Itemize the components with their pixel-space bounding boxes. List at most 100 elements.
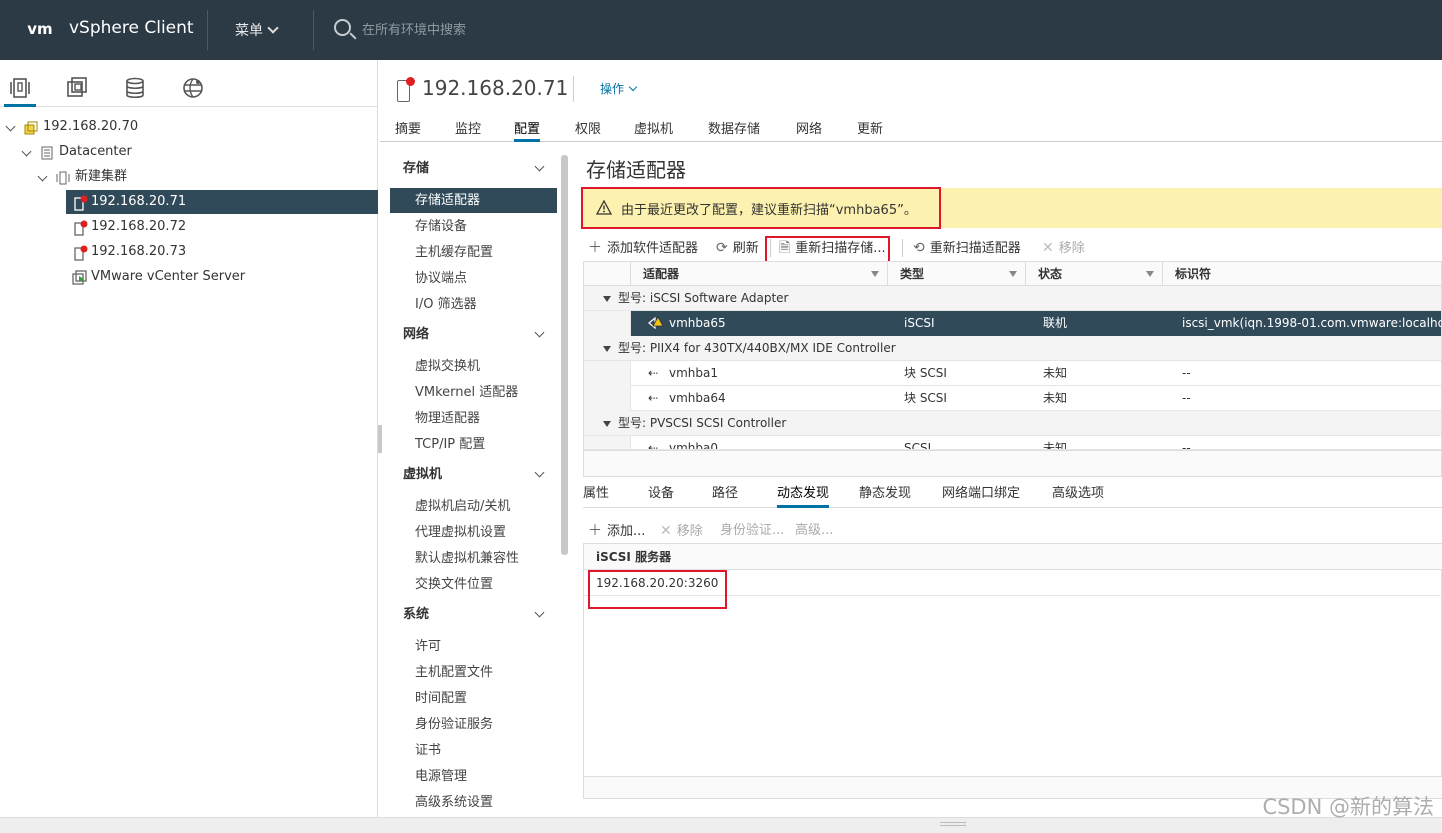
global-search-input[interactable]: [362, 19, 662, 41]
storage-icon[interactable]: [123, 76, 147, 100]
nav-item-tcpip[interactable]: TCP/IP 配置: [390, 432, 557, 457]
collapse-icon[interactable]: [603, 346, 611, 352]
chevron-down-icon[interactable]: [5, 121, 16, 132]
authentication-button[interactable]: 身份验证...: [720, 519, 784, 543]
nav-item-vmkernel-adapters[interactable]: VMkernel 适配器: [390, 380, 557, 405]
divider: [902, 239, 903, 257]
nav-item-host-cache[interactable]: 主机缓存配置: [390, 240, 557, 265]
configure-nav: 存储 存储适配器 存储设备 主机缓存配置 协议端点 I/O 筛选器 网络 虚拟交…: [390, 152, 557, 820]
column-header-adapter[interactable]: 适配器: [631, 262, 888, 286]
refresh-button[interactable]: ⟳ 刷新: [716, 236, 759, 260]
vms-and-templates-icon[interactable]: [65, 76, 89, 100]
actions-menu-button[interactable]: 操作: [600, 80, 638, 97]
nav-item-io-filters[interactable]: I/O 筛选器: [390, 292, 557, 317]
chevron-down-icon: [534, 161, 545, 172]
collapse-icon[interactable]: [603, 296, 611, 302]
remove-target-button[interactable]: ✕ 移除: [660, 519, 703, 543]
menu-button[interactable]: 菜单: [235, 20, 279, 40]
tree-item-cluster[interactable]: 新建集群: [0, 165, 378, 189]
tab-advanced-options[interactable]: 高级选项: [1052, 482, 1104, 508]
object-title: 192.168.20.71: [422, 76, 569, 100]
adapter-icon: ⇠: [648, 391, 659, 405]
row-gutter: [584, 436, 631, 449]
nav-item-power-mgmt[interactable]: 电源管理: [390, 764, 557, 789]
group-row-pvscsi[interactable]: 型号: PVSCSI SCSI Controller: [584, 411, 1441, 436]
group-row-piix4[interactable]: 型号: PIIX4 for 430TX/440BX/MX IDE Control…: [584, 336, 1441, 361]
tab-vms[interactable]: 虚拟机: [634, 118, 673, 142]
tab-devices[interactable]: 设备: [648, 482, 674, 508]
nav-item-swap-file[interactable]: 交换文件位置: [390, 572, 557, 597]
nav-item-licensing[interactable]: 许可: [390, 634, 557, 659]
table-row-vmhba64[interactable]: ⇠ vmhba64 块 SCSI 未知 --: [584, 386, 1441, 411]
tree-item-host-73[interactable]: 192.168.20.73: [0, 240, 378, 264]
filter-icon[interactable]: [871, 271, 879, 277]
tab-datastores[interactable]: 数据存储: [708, 118, 760, 142]
filter-icon[interactable]: [1146, 271, 1154, 277]
nav-group-networking[interactable]: 网络: [390, 323, 557, 347]
datacenter-icon: [40, 145, 53, 160]
app-title[interactable]: vSphere Client: [69, 18, 194, 38]
table-row-vmhba65[interactable]: vmhba65 iSCSI 联机 iscsi_vmk(iqn.1998-01.c…: [584, 311, 1441, 336]
nav-item-agent-vm[interactable]: 代理虚拟机设置: [390, 520, 557, 545]
close-icon: ✕: [660, 523, 672, 539]
nav-item-default-compat[interactable]: 默认虚拟机兼容性: [390, 546, 557, 571]
host-alert-icon: [397, 77, 415, 102]
chevron-down-icon: [534, 467, 545, 478]
nav-item-advanced-settings[interactable]: 高级系统设置: [390, 790, 557, 815]
tab-networks[interactable]: 网络: [796, 118, 822, 142]
nav-item-protocol-endpoints[interactable]: 协议端点: [390, 266, 557, 291]
nav-item-auth-services[interactable]: 身份验证服务: [390, 712, 557, 737]
tab-network-port-binding[interactable]: 网络端口绑定: [942, 482, 1020, 508]
resize-grip[interactable]: [940, 822, 966, 826]
tab-paths[interactable]: 路径: [712, 482, 738, 508]
hosts-and-clusters-icon[interactable]: [4, 76, 36, 107]
column-header-status[interactable]: 状态: [1026, 262, 1163, 286]
nav-item-virtual-switches[interactable]: 虚拟交换机: [390, 354, 557, 379]
networking-icon[interactable]: [181, 76, 205, 100]
adapters-grid: 适配器 类型 状态 标识符 型号: iSCSI Software Adapter…: [583, 261, 1442, 477]
tab-permissions[interactable]: 权限: [575, 118, 601, 142]
inventory-view-tabs: [0, 60, 378, 107]
chevron-down-icon[interactable]: [37, 171, 48, 182]
tab-static-discovery[interactable]: 静态发现: [859, 482, 911, 508]
tree-item-host-72[interactable]: 192.168.20.72: [0, 215, 378, 239]
tree-item-vcenter-vm[interactable]: VMware vCenter Server: [0, 265, 378, 289]
tab-dynamic-discovery[interactable]: 动态发现: [777, 482, 830, 508]
tree-item-datacenter[interactable]: Datacenter: [0, 140, 378, 164]
alert-badge: [406, 77, 415, 86]
nav-item-certificate[interactable]: 证书: [390, 738, 557, 763]
remove-adapter-button[interactable]: ✕ 移除: [1042, 236, 1085, 260]
nav-item-vm-startup[interactable]: 虚拟机启动/关机: [390, 494, 557, 519]
nav-item-storage-devices[interactable]: 存储设备: [390, 214, 557, 239]
tab-summary[interactable]: 摘要: [395, 118, 421, 142]
tab-properties[interactable]: 属性: [583, 482, 609, 508]
advanced-button[interactable]: 高级...: [795, 519, 833, 543]
table-row-vmhba1[interactable]: ⇠ vmhba1 块 SCSI 未知 --: [584, 361, 1441, 386]
nav-item-time-config[interactable]: 时间配置: [390, 686, 557, 711]
tree-item-host-71[interactable]: 192.168.20.71: [0, 190, 378, 214]
nav-item-host-profile[interactable]: 主机配置文件: [390, 660, 557, 685]
tab-configure[interactable]: 配置: [514, 118, 541, 142]
rescan-adapter-button[interactable]: ⟲ 重新扫描适配器: [913, 236, 1021, 260]
add-software-adapter-button[interactable]: ＋添加软件适配器: [588, 236, 698, 260]
nav-item-storage-adapters[interactable]: 存储适配器: [390, 188, 557, 213]
collapse-icon[interactable]: [603, 421, 611, 427]
nav-item-physical-adapters[interactable]: 物理适配器: [390, 406, 557, 431]
nav-group-storage[interactable]: 存储: [390, 157, 557, 181]
column-header-iscsi-server[interactable]: iSCSI 服务器: [584, 544, 1442, 570]
tree-item-vcenter[interactable]: 192.168.20.70: [0, 115, 378, 139]
column-header-identifier[interactable]: 标识符: [1163, 262, 1441, 286]
add-target-button[interactable]: ＋添加...: [588, 519, 645, 543]
filter-icon[interactable]: [1009, 271, 1017, 277]
group-row-iscsi[interactable]: 型号: iSCSI Software Adapter: [584, 286, 1441, 311]
tab-updates[interactable]: 更新: [857, 118, 883, 142]
nav-group-system[interactable]: 系统: [390, 603, 557, 627]
chevron-down-icon[interactable]: [21, 146, 32, 157]
menu-label: 菜单: [235, 23, 263, 39]
configure-nav-scrollbar[interactable]: [561, 155, 568, 555]
nav-group-vms[interactable]: 虚拟机: [390, 463, 557, 487]
vmware-logo[interactable]: vm: [24, 18, 56, 40]
column-header-type[interactable]: 类型: [888, 262, 1026, 286]
tab-monitor[interactable]: 监控: [455, 118, 481, 142]
table-row-vmhba0[interactable]: ⇠ vmhba0 SCSI 未知 --: [584, 436, 1441, 450]
